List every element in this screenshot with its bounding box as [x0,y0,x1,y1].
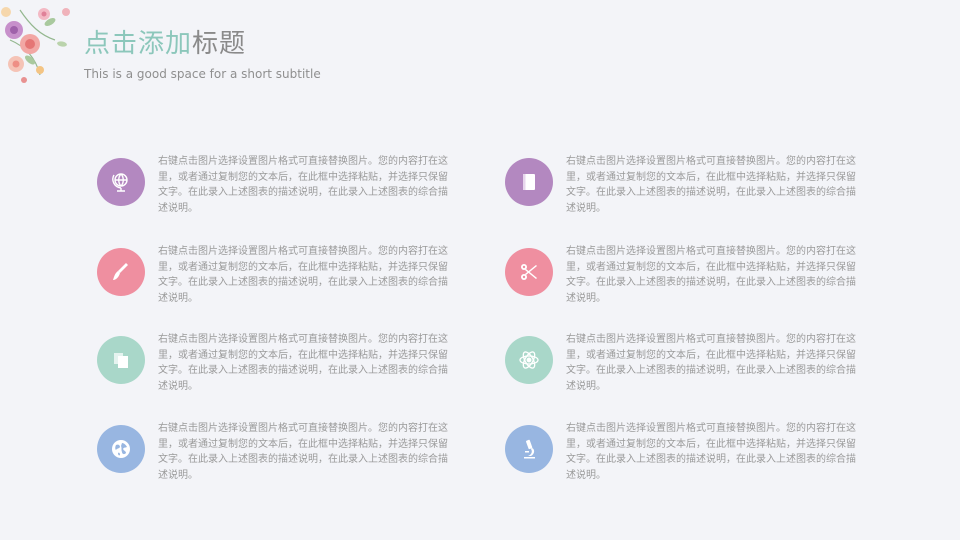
scissors-icon [521,264,537,280]
book-icon [523,174,535,190]
item-description: 右键点击图片选择设置图片格式可直接替换图片。您的内容打在这里，或者通过复制您的文… [566,246,856,304]
feature-item: 右键点击图片选择设置图片格式可直接替换图片。您的内容打在这里，或者通过复制您的文… [97,154,457,224]
slide: 点击添加标题 This is a good space for a short … [0,0,960,540]
feature-item: 右键点击图片选择设置图片格式可直接替换图片。您的内容打在这里，或者通过复制您的文… [97,421,457,491]
page-subtitle: This is a good space for a short subtitl… [84,67,321,81]
icon-circle [505,425,553,473]
page-title: 点击添加标题 [84,28,246,60]
globe-stand-icon [112,173,128,192]
feature-item: 右键点击图片选择设置图片格式可直接替换图片。您的内容打在这里，或者通过复制您的文… [505,421,865,491]
microscope-icon [524,439,535,459]
feature-item: 右键点击图片选择设置图片格式可直接替换图片。您的内容打在这里，或者通过复制您的文… [505,332,865,402]
item-description: 右键点击图片选择设置图片格式可直接替换图片。您的内容打在这里，或者通过复制您的文… [566,156,856,214]
feature-item: 右键点击图片选择设置图片格式可直接替换图片。您的内容打在这里，或者通过复制您的文… [505,154,865,224]
item-description: 右键点击图片选择设置图片格式可直接替换图片。您的内容打在这里，或者通过复制您的文… [566,423,856,481]
item-description: 右键点击图片选择设置图片格式可直接替换图片。您的内容打在这里，或者通过复制您的文… [566,334,856,392]
icon-circle [97,248,145,296]
icon-circle [97,158,145,206]
feature-item: 右键点击图片选择设置图片格式可直接替换图片。您的内容打在这里，或者通过复制您的文… [97,244,457,314]
icon-circle [505,248,553,296]
item-description: 右键点击图片选择设置图片格式可直接替换图片。您的内容打在这里，或者通过复制您的文… [158,156,448,214]
title-rest: 标题 [192,29,247,59]
feature-item: 右键点击图片选择设置图片格式可直接替换图片。您的内容打在这里，或者通过复制您的文… [97,332,457,402]
feature-item: 右键点击图片选择设置图片格式可直接替换图片。您的内容打在这里，或者通过复制您的文… [505,244,865,314]
icon-circle [505,336,553,384]
earth-icon [112,440,130,458]
item-description: 右键点击图片选择设置图片格式可直接替换图片。您的内容打在这里，或者通过复制您的文… [158,423,448,481]
item-description: 右键点击图片选择设置图片格式可直接替换图片。您的内容打在这里，或者通过复制您的文… [158,334,448,392]
item-description: 右键点击图片选择设置图片格式可直接替换图片。您的内容打在这里，或者通过复制您的文… [158,246,448,304]
icon-circle [97,425,145,473]
title-accent: 点击添加 [84,29,193,59]
icon-circle [97,336,145,384]
icon-circle [505,158,553,206]
documents-icon [114,353,128,368]
floral-decoration [1,7,70,83]
atom-icon [519,351,539,369]
brush-icon [113,263,128,280]
